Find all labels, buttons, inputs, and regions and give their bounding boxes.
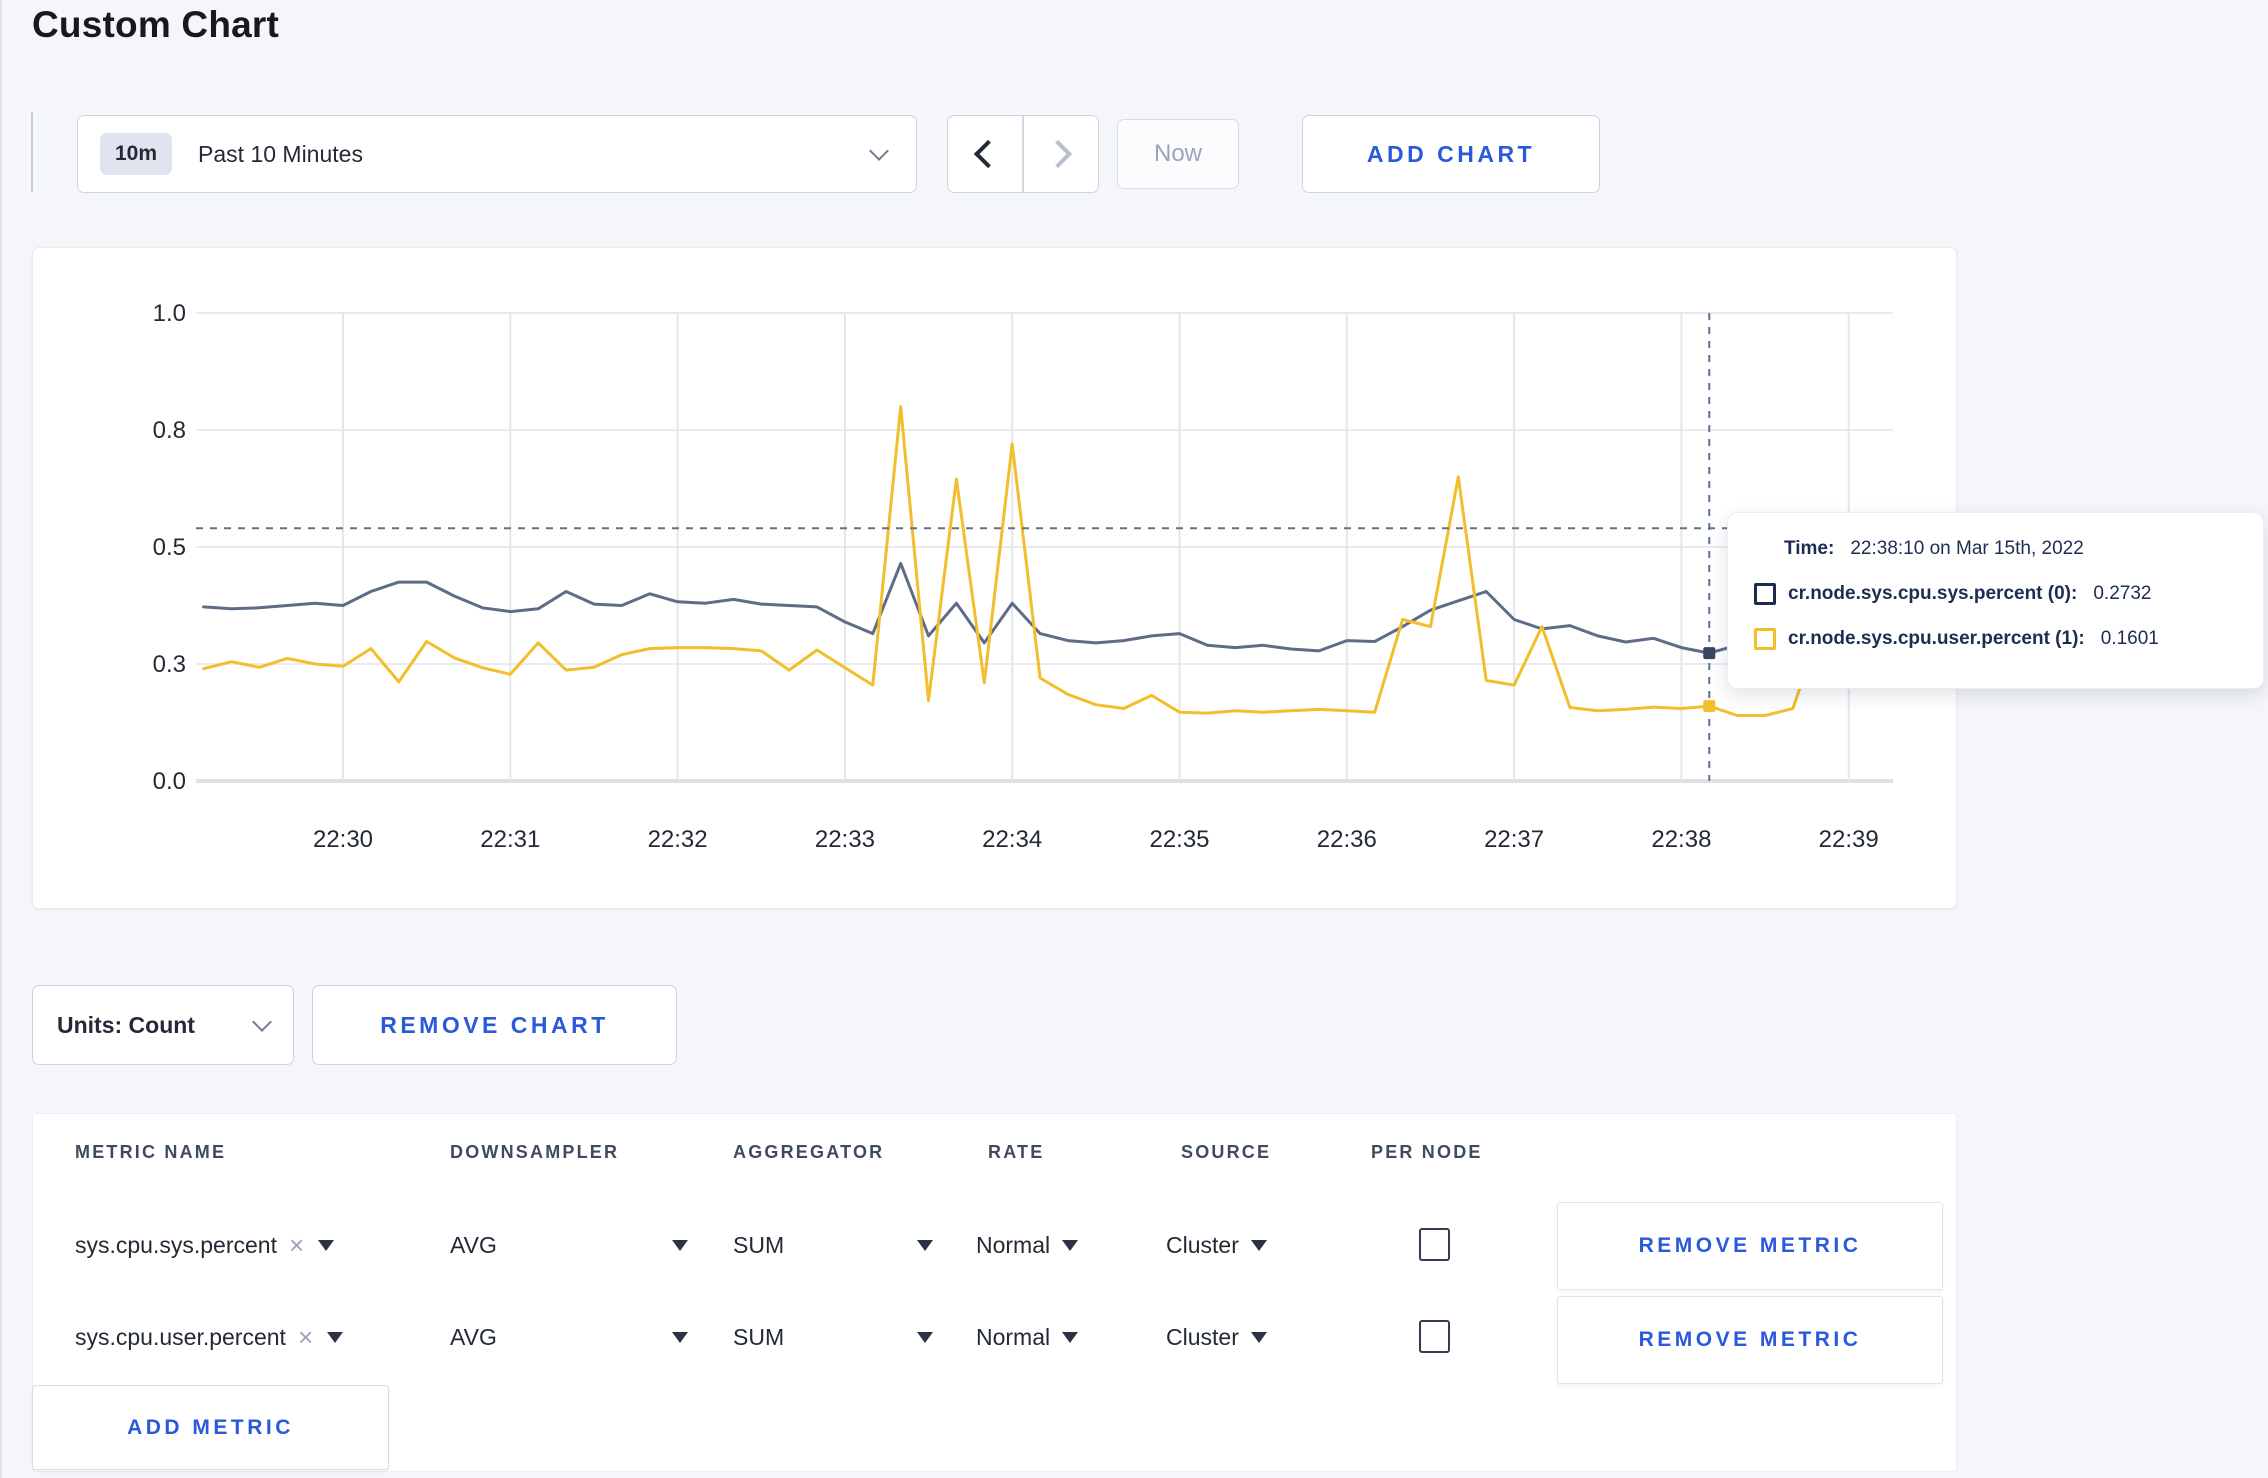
header-downsampler: DOWNSAMPLER [450,1142,620,1162]
units-label: Units: Count [57,1011,195,1038]
downsampler-select[interactable]: AVG [450,1294,688,1380]
source-select[interactable]: Cluster [1166,1294,1267,1380]
svg-text:22:37: 22:37 [1484,826,1544,853]
aggregator-select[interactable]: SUM [733,1202,933,1288]
chart-card: 0.0 0.3 0.5 0.8 1.0 22:30 22:31 22:32 22:33 22:34… [32,247,1957,909]
remove-chart-button[interactable]: REMOVE CHART [312,985,677,1065]
close-icon[interactable]: × [289,1230,304,1261]
tooltip-time-label: Time: [1784,538,1835,559]
metric-name-value: sys.cpu.user.percent [75,1323,286,1350]
svg-text:22:39: 22:39 [1819,826,1879,853]
dropdown-caret-icon [917,1239,933,1251]
svg-text:22:32: 22:32 [648,826,708,853]
svg-text:1.0: 1.0 [153,300,186,327]
close-icon[interactable]: × [298,1322,313,1353]
prev-timespan-button[interactable] [948,116,1022,192]
header-source: SOURCE [1181,1142,1272,1162]
svg-text:0.0: 0.0 [153,768,186,795]
svg-text:22:38: 22:38 [1651,826,1711,853]
svg-text:22:31: 22:31 [480,826,540,853]
aggregator-value: SUM [733,1323,785,1350]
cpu-percent-chart[interactable]: 0.0 0.3 0.5 0.8 1.0 22:30 22:31 22:32 22:33 22:34… [33,248,1956,908]
table-row: sys.cpu.sys.percent × AVG SUM Normal Clu… [33,1202,1956,1290]
svg-text:0.3: 0.3 [153,651,186,678]
chart-tooltip: Time: 22:38:10 on Mar 15th, 2022 cr.node.… [1727,512,2264,689]
svg-text:22:34: 22:34 [982,826,1042,853]
remove-metric-button[interactable]: REMOVE METRIC [1557,1296,1943,1384]
tooltip-entry-user: cr.node.sys.cpu.user.percent (1): 0.1601 [1754,628,2263,650]
chevron-right-icon [1043,139,1073,169]
tooltip-time-value: 22:38:10 on Mar 15th, 2022 [1850,538,2084,559]
metric-name-value: sys.cpu.sys.percent [75,1231,277,1258]
time-window-badge: 10m [100,133,173,175]
svg-text:22:33: 22:33 [815,826,875,853]
metric-name-select[interactable]: sys.cpu.user.percent × [75,1294,344,1380]
svg-text:22:30: 22:30 [313,826,373,853]
dropdown-caret-icon [1062,1331,1079,1343]
aggregator-value: SUM [733,1231,785,1258]
tooltip-user-value: 0.1601 [2100,628,2159,649]
rate-value: Normal [976,1231,1051,1258]
series-sys-swatch-icon [1754,583,1776,605]
next-timespan-button[interactable] [1024,116,1098,192]
header-aggregator: AGGREGATOR [733,1142,885,1162]
rate-value: Normal [976,1323,1051,1350]
downsampler-value: AVG [450,1231,497,1258]
dropdown-caret-icon [327,1331,344,1343]
now-button[interactable]: Now [1117,119,1239,189]
rate-select[interactable]: Normal [976,1294,1079,1380]
chevron-left-icon [973,139,1003,169]
metric-name-select[interactable]: sys.cpu.sys.percent × [75,1202,335,1288]
page-title: Custom Chart [32,4,280,45]
units-dropdown[interactable]: Units: Count [32,985,294,1065]
dropdown-caret-icon [672,1239,688,1251]
chevron-down-icon [252,1012,272,1032]
svg-text:0.8: 0.8 [153,417,186,444]
tooltip-sys-label: cr.node.sys.cpu.sys.percent (0): [1788,583,2078,604]
rate-select[interactable]: Normal [976,1202,1079,1288]
per-node-checkbox[interactable] [1419,1228,1450,1261]
svg-text:22:36: 22:36 [1317,826,1377,853]
source-select[interactable]: Cluster [1166,1202,1267,1288]
tooltip-entry-sys: cr.node.sys.cpu.sys.percent (0): 0.2732 [1754,583,2263,605]
aggregator-select[interactable]: SUM [733,1294,933,1380]
remove-metric-button[interactable]: REMOVE METRIC [1557,1202,1943,1290]
tooltip-user-label: cr.node.sys.cpu.user.percent (1): [1788,628,2085,649]
series-user-swatch-icon [1754,628,1776,650]
dropdown-caret-icon [917,1331,933,1343]
svg-text:22:35: 22:35 [1149,826,1209,853]
per-node-checkbox[interactable] [1419,1320,1450,1353]
header-per-node: PER NODE [1371,1142,1483,1162]
dropdown-caret-icon [672,1331,688,1343]
table-row: sys.cpu.user.percent × AVG SUM Normal Cl… [33,1294,1956,1384]
dropdown-caret-icon [1062,1239,1079,1251]
downsampler-select[interactable]: AVG [450,1202,688,1288]
dropdown-caret-icon [1250,1331,1267,1343]
header-rate: RATE [988,1142,1045,1162]
chevron-down-icon [869,141,889,161]
tooltip-sys-value: 0.2732 [2093,583,2152,604]
add-metric-button[interactable]: ADD METRIC [32,1385,389,1470]
header-metric-name: METRIC NAME [75,1142,227,1162]
dropdown-caret-icon [318,1239,335,1251]
source-value: Cluster [1166,1323,1239,1350]
svg-text:0.5: 0.5 [153,534,186,561]
time-pager [947,115,1099,193]
time-window-dropdown[interactable]: 10m Past 10 Minutes [77,115,917,193]
dropdown-caret-icon [1250,1239,1267,1251]
source-value: Cluster [1166,1231,1239,1258]
time-window-label: Past 10 Minutes [198,140,363,167]
downsampler-value: AVG [450,1323,497,1350]
toolbar-divider [31,112,33,192]
add-chart-button[interactable]: ADD CHART [1302,115,1600,193]
